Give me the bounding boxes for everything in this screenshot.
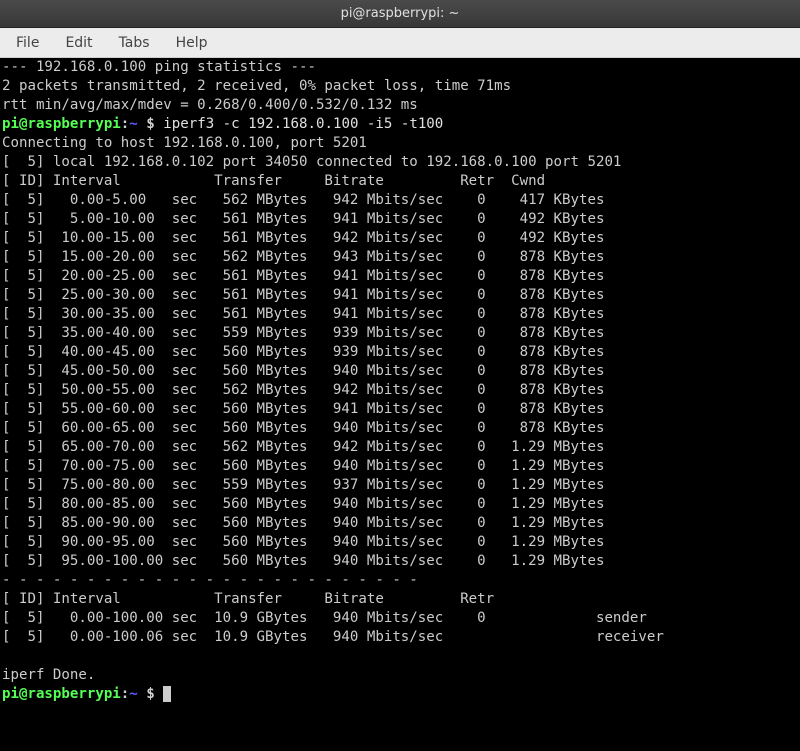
iperf-row: [ 5] 45.00-50.00 sec 560 MBytes 940 Mbit…: [2, 363, 604, 379]
iperf-row: [ 5] 80.00-85.00 sec 560 MBytes 940 Mbit…: [2, 496, 604, 512]
prompt-path: ~: [129, 686, 146, 702]
prompt-dollar: $: [146, 686, 163, 702]
menubar: File Edit Tabs Help: [0, 28, 800, 58]
ping-stats-line-2: rtt min/avg/max/mdev = 0.268/0.400/0.532…: [2, 97, 418, 113]
iperf-row: [ 5] 30.00-35.00 sec 561 MBytes 941 Mbit…: [2, 306, 604, 322]
iperf-row: [ 5] 25.00-30.00 sec 561 MBytes 941 Mbit…: [2, 287, 604, 303]
iperf-row: [ 5] 85.00-90.00 sec 560 MBytes 940 Mbit…: [2, 515, 604, 531]
iperf-row: [ 5] 10.00-15.00 sec 561 MBytes 942 Mbit…: [2, 230, 604, 246]
prompt-user: pi@raspberrypi: [2, 686, 121, 702]
iperf-divider: - - - - - - - - - - - - - - - - - - - - …: [2, 572, 418, 588]
iperf-row: [ 5] 5.00-10.00 sec 561 MBytes 941 Mbits…: [2, 211, 604, 227]
iperf-row: [ 5] 70.00-75.00 sec 560 MBytes 940 Mbit…: [2, 458, 604, 474]
iperf-row: [ 5] 50.00-55.00 sec 562 MBytes 942 Mbit…: [2, 382, 604, 398]
menu-edit[interactable]: Edit: [53, 31, 104, 55]
iperf-row: [ 5] 35.00-40.00 sec 559 MBytes 939 Mbit…: [2, 325, 604, 341]
iperf-row: [ 5] 40.00-45.00 sec 560 MBytes 939 Mbit…: [2, 344, 604, 360]
iperf-row: [ 5] 90.00-95.00 sec 560 MBytes 940 Mbit…: [2, 534, 604, 550]
iperf-row: [ 5] 20.00-25.00 sec 561 MBytes 941 Mbit…: [2, 268, 604, 284]
prompt-path: ~: [129, 116, 146, 132]
iperf-row: [ 5] 60.00-65.00 sec 560 MBytes 940 Mbit…: [2, 420, 604, 436]
prompt-user: pi@raspberrypi: [2, 116, 121, 132]
prompt-dollar: $: [146, 116, 163, 132]
menu-tabs[interactable]: Tabs: [107, 31, 162, 55]
iperf-summary-row: [ 5] 0.00-100.06 sec 10.9 GBytes 940 Mbi…: [2, 629, 664, 645]
iperf-row: [ 5] 75.00-80.00 sec 559 MBytes 937 Mbit…: [2, 477, 604, 493]
window-title: pi@raspberrypi: ~: [341, 6, 460, 21]
iperf-row: [ 5] 65.00-70.00 sec 562 MBytes 942 Mbit…: [2, 439, 604, 455]
window-titlebar: pi@raspberrypi: ~: [0, 0, 800, 28]
menu-help[interactable]: Help: [164, 31, 220, 55]
command-iperf: iperf3 -c 192.168.0.100 -i5 -t100: [163, 116, 443, 132]
ping-stats-line-1: 2 packets transmitted, 2 received, 0% pa…: [2, 78, 511, 94]
iperf-row: [ 5] 0.00-5.00 sec 562 MBytes 942 Mbits/…: [2, 192, 604, 208]
iperf-summary-row: [ 5] 0.00-100.00 sec 10.9 GBytes 940 Mbi…: [2, 610, 647, 626]
ping-stats-line-0: --- 192.168.0.100 ping statistics ---: [2, 59, 316, 75]
iperf-row: [ 5] 55.00-60.00 sec 560 MBytes 941 Mbit…: [2, 401, 604, 417]
local-line: [ 5] local 192.168.0.102 port 34050 conn…: [2, 154, 621, 170]
iperf-summary-header: [ ID] Interval Transfer Bitrate Retr: [2, 591, 494, 607]
terminal-cursor: [163, 686, 171, 702]
iperf-done: iperf Done.: [2, 667, 95, 683]
iperf-header: [ ID] Interval Transfer Bitrate Retr Cwn…: [2, 173, 545, 189]
connect-line: Connecting to host 192.168.0.100, port 5…: [2, 135, 367, 151]
iperf-row: [ 5] 95.00-100.00 sec 560 MBytes 940 Mbi…: [2, 553, 604, 569]
iperf-row: [ 5] 15.00-20.00 sec 562 MBytes 943 Mbit…: [2, 249, 604, 265]
terminal-area[interactable]: --- 192.168.0.100 ping statistics --- 2 …: [0, 58, 800, 751]
menu-file[interactable]: File: [4, 31, 51, 55]
